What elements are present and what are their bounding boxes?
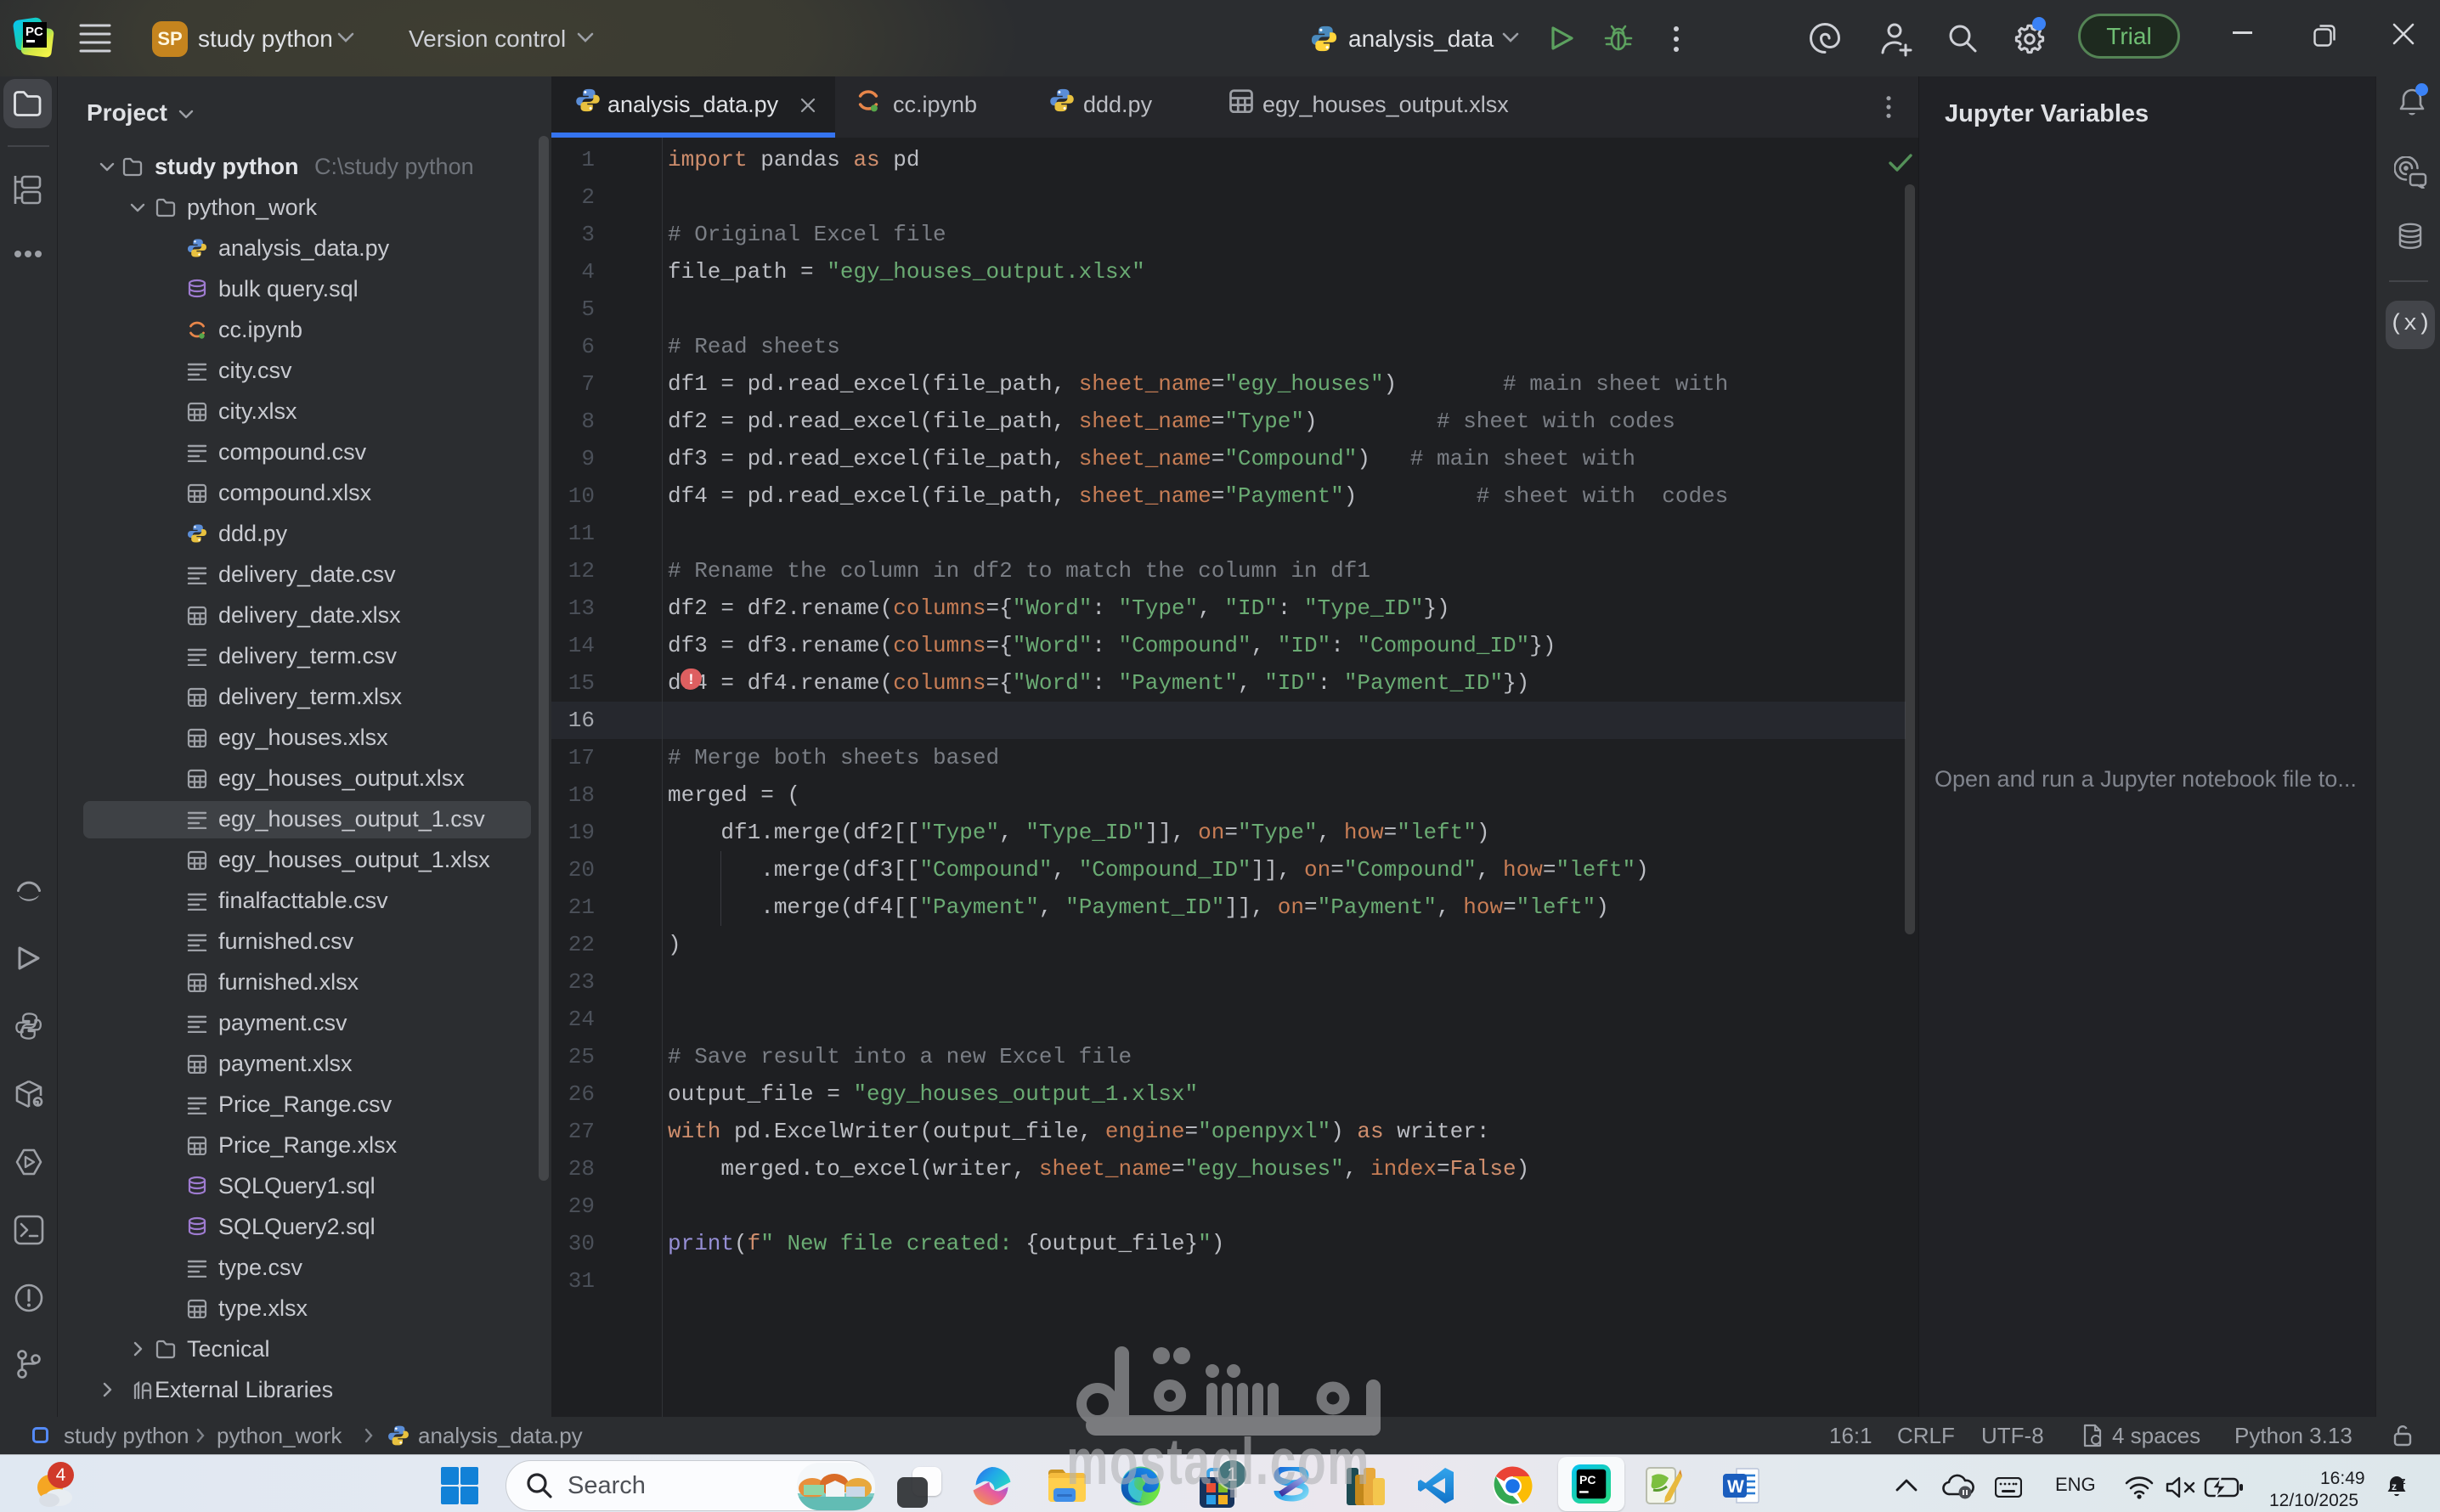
svg-text:W: W: [1727, 1477, 1744, 1497]
svg-text:PC: PC: [25, 25, 43, 39]
svg-text:PC: PC: [1579, 1473, 1596, 1487]
svg-text:z: z: [2392, 1481, 2397, 1492]
svg-text:z: z: [2401, 1476, 2406, 1487]
